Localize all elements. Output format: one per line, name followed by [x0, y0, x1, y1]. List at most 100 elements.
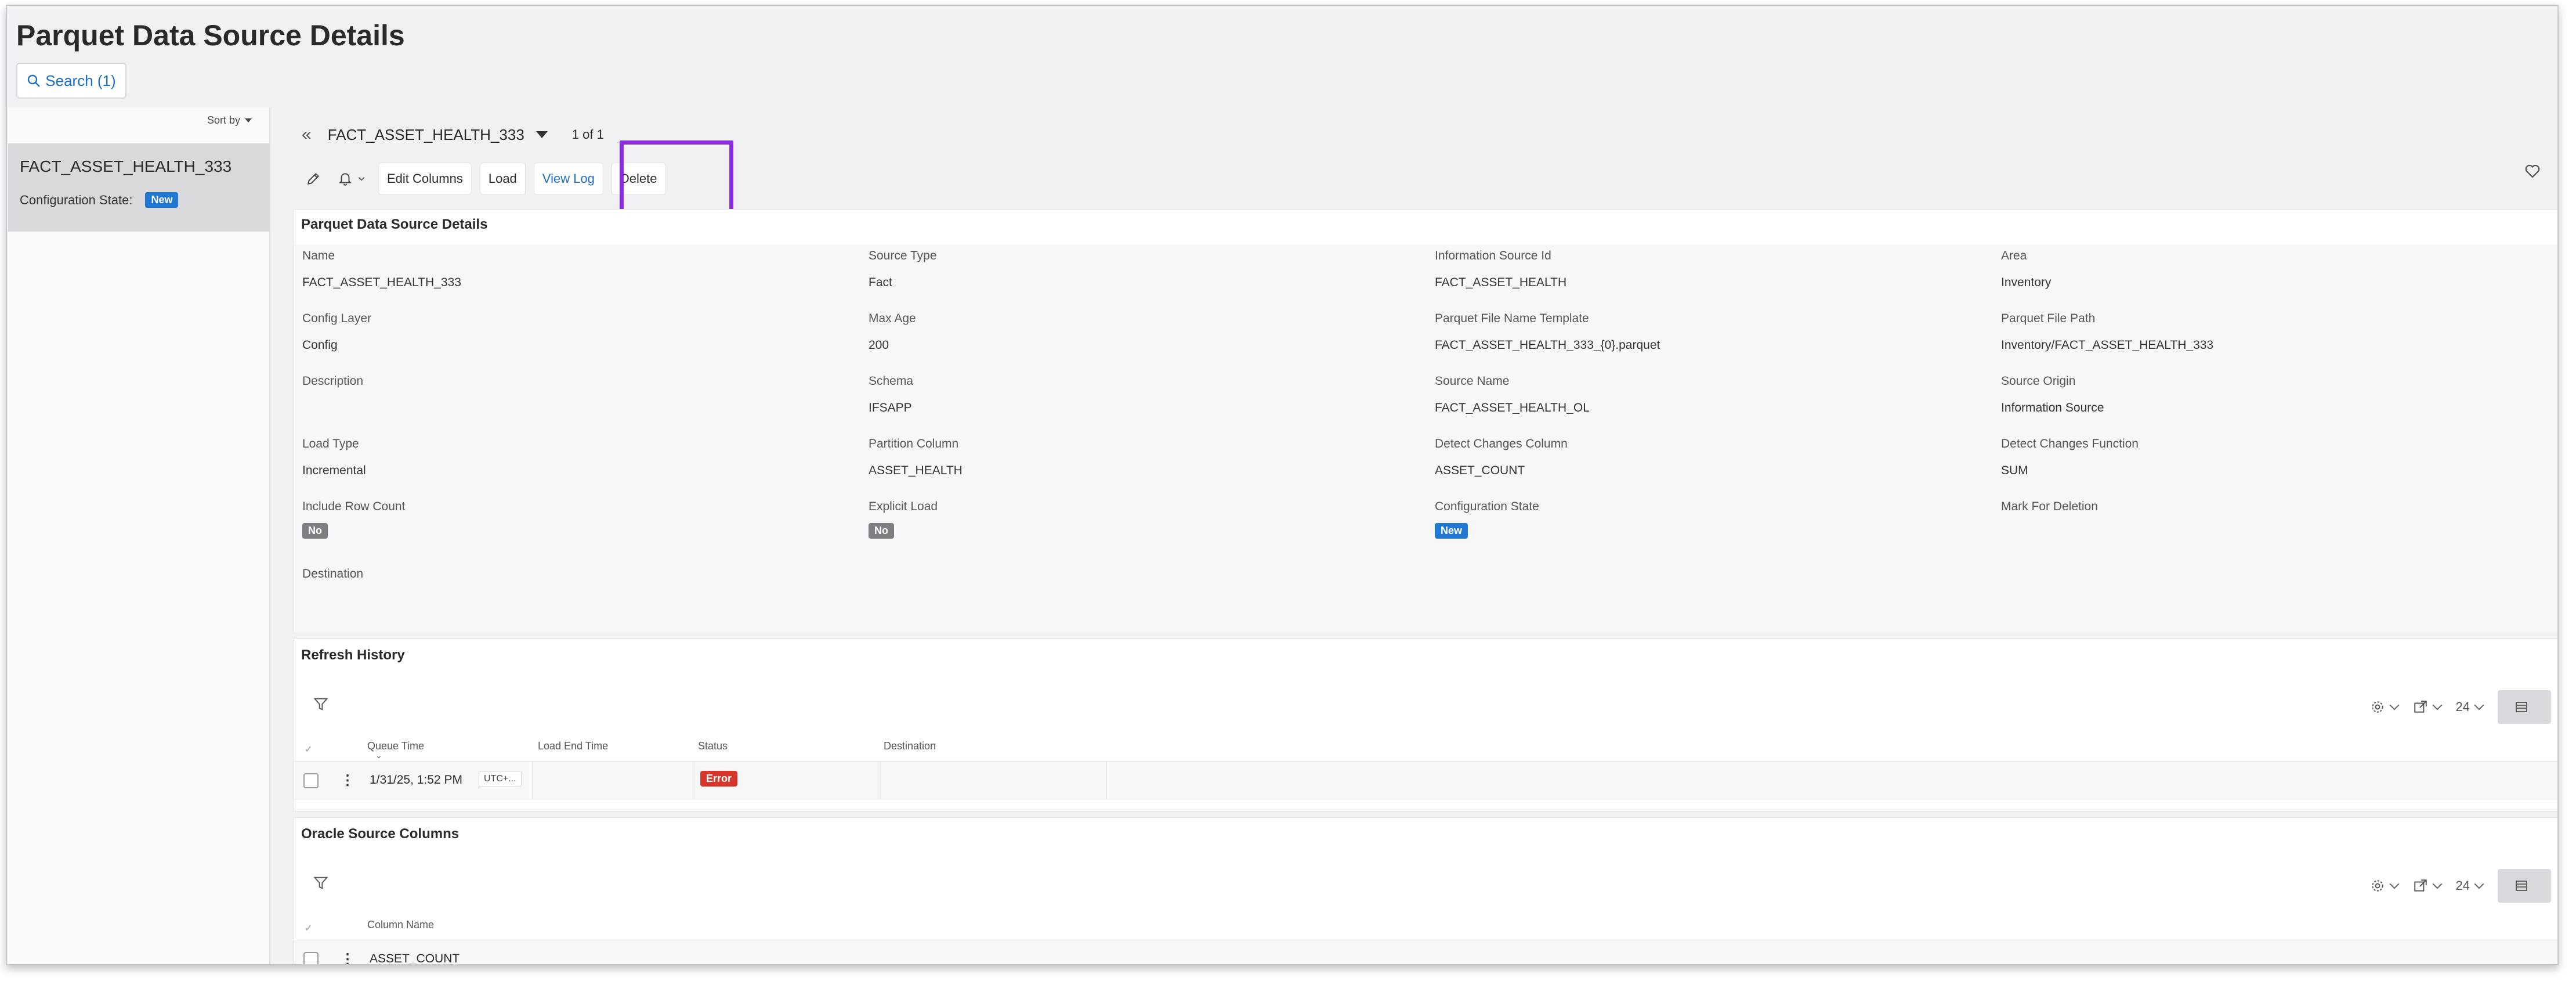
field-value: FACT_ASSET_HEALTH [1435, 276, 1567, 289]
edit-columns-button[interactable]: Edit Columns [378, 163, 472, 195]
row-checkbox[interactable] [303, 952, 319, 964]
delete-button[interactable]: Delete [611, 163, 666, 195]
field-label: Area [2001, 249, 2027, 262]
search-icon [28, 74, 41, 87]
filter-icon[interactable] [313, 875, 330, 892]
record-navigator: « FACT_ASSET_HEALTH_333 1 of 1 [302, 121, 604, 149]
field-parquet-file-path: Parquet File Path Inventory/FACT_ASSET_HE… [2001, 312, 2557, 352]
field-label: Parquet File Name Template [1435, 312, 1589, 325]
table-view-icon [2516, 702, 2527, 712]
table-row[interactable]: ⋮ 1/31/25, 1:52 PM UTC+... Error [294, 761, 2557, 799]
field-label: Explicit Load [869, 500, 938, 513]
status-badge: No [869, 523, 894, 539]
field-label: Source Name [1435, 374, 1510, 388]
gear-icon [2371, 701, 2383, 713]
status-badge: New [145, 192, 179, 208]
collapse-list-icon[interactable]: « [302, 125, 312, 145]
field-label: Source Type [869, 249, 937, 262]
filter-icon[interactable] [313, 696, 330, 713]
field-value: Inventory/FACT_ASSET_HEALTH_333 [2001, 338, 2214, 352]
field-label: Name [302, 249, 335, 262]
field-value: SUM [2001, 464, 2028, 477]
view-mode-dropdown[interactable] [2498, 869, 2551, 903]
field-label: Detect Changes Column [1435, 437, 1568, 450]
field-value: FACT_ASSET_HEALTH_333_{0}.parquet [1435, 338, 1660, 352]
list-item-name: FACT_ASSET_HEALTH_333 [20, 157, 232, 175]
edit-pencil-icon[interactable] [302, 167, 325, 190]
list-item-state-label: Configuration State: [20, 192, 133, 207]
view-log-button[interactable]: View Log [533, 163, 603, 195]
view-mode-dropdown[interactable] [2498, 690, 2551, 724]
command-toolbar: Edit Columns Load View Log Delete [302, 161, 666, 196]
record-count: 1 of 1 [571, 127, 604, 142]
row-menu-icon[interactable]: ⋮ [341, 772, 354, 789]
row-checkbox[interactable] [303, 773, 319, 788]
current-record-selector[interactable]: FACT_ASSET_HEALTH_333 [328, 126, 524, 144]
refresh-history-card: Refresh History 24 ✓ Queue Time ⌄ Load E… [294, 639, 2557, 812]
page-size-dropdown[interactable]: 24 [2456, 878, 2484, 893]
load-button[interactable]: Load [479, 163, 526, 195]
search-button-label: Search (1) [45, 71, 116, 89]
field-description: Description [302, 374, 859, 401]
export-icon [2414, 879, 2427, 892]
notification-bell-icon[interactable] [333, 167, 370, 190]
app-window: Parquet Data Source Details Search (1) S… [6, 5, 2559, 965]
list-item-state: Configuration State: New [20, 192, 179, 208]
col-load-end-time[interactable]: Load End Time [538, 740, 608, 752]
field-value: Config [302, 338, 338, 352]
details-card: Parquet Data Source Details Name FACT_ASS… [294, 209, 2557, 632]
table-header: ✓ Queue Time ⌄ Load End Time Status Dest… [294, 732, 2557, 761]
field-load-type: Load Type Incremental [302, 437, 859, 478]
settings-dropdown[interactable] [2370, 878, 2400, 893]
field-name: Name FACT_ASSET_HEALTH_333 [302, 249, 859, 290]
sort-chevron-icon[interactable]: ⌄ [375, 751, 382, 760]
row-menu-icon[interactable]: ⋮ [341, 951, 354, 964]
search-button[interactable]: Search (1) [16, 63, 126, 99]
timezone-chip: UTC+... [479, 771, 522, 787]
field-mark-for-deletion: Mark For Deletion [2001, 500, 2557, 526]
field-include-row-count: Include Row Count No [302, 500, 859, 539]
field-schema: Schema IFSAPP [869, 374, 1426, 415]
status-badge: No [302, 523, 328, 539]
field-value: ASSET_COUNT [1435, 464, 1525, 477]
field-label: Include Row Count [302, 500, 406, 513]
col-destination[interactable]: Destination [884, 740, 936, 752]
settings-dropdown[interactable] [2370, 699, 2400, 715]
field-label: Source Origin [2001, 374, 2076, 388]
col-column-name[interactable]: Column Name [367, 919, 434, 931]
caret-down-icon [245, 118, 252, 122]
field-label: Parquet File Path [2001, 312, 2096, 325]
field-detect-changes-function: Detect Changes Function SUM [2001, 437, 2557, 478]
select-all-icon[interactable]: ✓ [305, 744, 312, 755]
export-dropdown[interactable] [2413, 699, 2443, 715]
queue-time-cell: 1/31/25, 1:52 PM [370, 773, 462, 787]
favorite-heart-icon[interactable] [2524, 163, 2545, 183]
field-value: Incremental [302, 464, 366, 477]
col-status[interactable]: Status [698, 740, 728, 752]
table-row[interactable]: ⋮ ASSET_COUNT [294, 940, 2557, 964]
status-badge: Error [700, 771, 738, 787]
export-icon [2414, 701, 2427, 713]
oracle-columns-title: Oracle Source Columns [301, 826, 460, 842]
export-dropdown[interactable] [2413, 878, 2443, 893]
list-item[interactable]: FACT_ASSET_HEALTH_333 Configuration Stat… [8, 143, 270, 232]
field-value: Information Source [2001, 401, 2104, 414]
field-partition-column: Partition Column ASSET_HEALTH [869, 437, 1426, 478]
field-label: Max Age [869, 312, 916, 325]
table-header: ✓ Column Name [294, 911, 2557, 940]
field-label: Destination [302, 567, 364, 580]
sort-by-label: Sort by [207, 114, 240, 126]
field-label: Partition Column [869, 437, 959, 450]
page-size-dropdown[interactable]: 24 [2456, 699, 2484, 715]
oracle-columns-card: Oracle Source Columns 24 ✓ Column Name ⋮… [294, 817, 2557, 964]
record-dropdown-icon[interactable] [536, 131, 548, 138]
field-value: FACT_ASSET_HEALTH_OL [1435, 401, 1590, 414]
select-all-icon[interactable]: ✓ [305, 922, 312, 934]
field-value: IFSAPP [869, 401, 912, 414]
record-list-panel: Sort by FACT_ASSET_HEALTH_333 Configurat… [8, 107, 270, 964]
field-label: Description [302, 374, 364, 388]
refresh-history-title: Refresh History [301, 647, 405, 663]
field-label: Config Layer [302, 312, 372, 325]
field-value: Inventory [2001, 276, 2052, 289]
sort-by-dropdown[interactable]: Sort by [207, 114, 252, 127]
